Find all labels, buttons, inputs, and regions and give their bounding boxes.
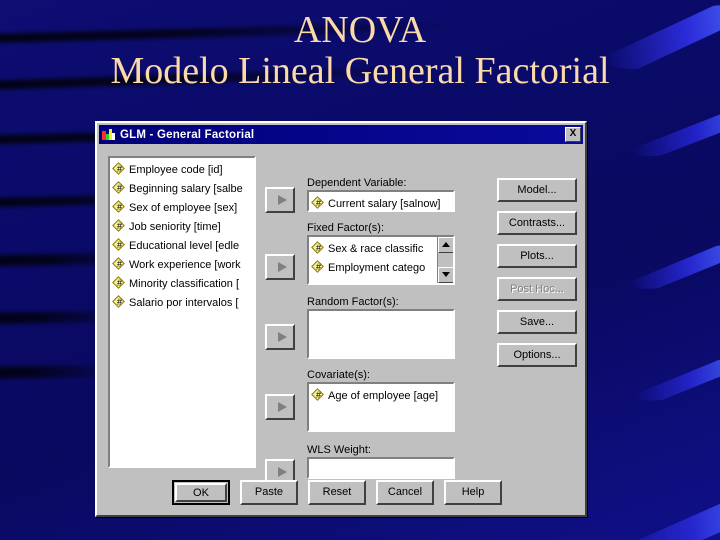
scale-variable-icon <box>113 295 126 309</box>
list-item[interactable]: Job seniority [time] <box>111 217 254 236</box>
plots-button[interactable]: Plots... <box>497 244 577 268</box>
cancel-button[interactable]: Cancel <box>376 480 434 505</box>
scale-variable-icon <box>113 219 126 233</box>
model-button[interactable]: Model... <box>497 178 577 202</box>
save-button[interactable]: Save... <box>497 310 577 334</box>
variable-label: Sex of employee [sex] <box>129 201 238 214</box>
move-to-covariates-button[interactable] <box>265 394 295 420</box>
list-item[interactable]: Sex & race classific <box>310 239 453 258</box>
scale-variable-icon <box>113 238 126 252</box>
wls-weight-label: WLS Weight: <box>307 444 371 456</box>
variable-label: Job seniority [time] <box>129 220 221 233</box>
scale-variable-icon <box>312 388 325 402</box>
scale-variable-icon <box>312 260 325 274</box>
slide-title: ANOVA Modelo Lineal General Factorial <box>0 9 720 93</box>
close-icon[interactable]: X <box>565 127 581 142</box>
contrasts-button[interactable]: Contrasts... <box>497 211 577 235</box>
ok-button-label: OK <box>175 483 227 502</box>
post-hoc-button: Post Hoc... <box>497 277 577 301</box>
spss-app-icon <box>101 127 116 142</box>
fixed-factors-box[interactable]: Sex & race classific Employment catego <box>307 235 455 285</box>
scale-variable-icon <box>113 276 126 290</box>
variable-label: Current salary [salnow] <box>328 197 441 210</box>
scroll-down-icon[interactable] <box>438 267 453 283</box>
dialog-titlebar[interactable]: GLM - General Factorial X <box>99 125 583 144</box>
accent-swoosh <box>607 490 720 540</box>
reset-button[interactable]: Reset <box>308 480 366 505</box>
covariates-label: Covariate(s): <box>307 369 370 381</box>
slide-title-line-1: ANOVA <box>293 9 427 51</box>
glm-general-factorial-dialog: GLM - General Factorial X Employee code … <box>95 121 587 517</box>
scale-variable-icon <box>113 257 126 271</box>
variable-label: Age of employee [age] <box>328 389 439 402</box>
variable-label: Employee code [id] <box>129 163 223 176</box>
list-item[interactable]: Employee code [id] <box>111 160 254 179</box>
variable-label: Sex & race classific <box>328 242 424 255</box>
scale-variable-icon <box>312 241 325 255</box>
scale-variable-icon <box>113 181 126 195</box>
list-item[interactable]: Salario por intervalos [ <box>111 293 254 312</box>
scale-variable-icon <box>113 162 126 176</box>
fixed-factors-label: Fixed Factor(s): <box>307 222 385 234</box>
move-to-random-factors-button[interactable] <box>265 324 295 350</box>
variable-label: Employment catego <box>328 261 426 274</box>
move-to-fixed-factors-button[interactable] <box>265 254 295 280</box>
slide-title-line-2: Modelo Lineal General Factorial <box>110 50 610 93</box>
scale-variable-icon <box>312 196 325 210</box>
accent-swoosh <box>626 236 720 297</box>
list-item[interactable]: Minority classification [ <box>111 274 254 293</box>
ok-button[interactable]: OK <box>172 480 230 505</box>
random-factors-label: Random Factor(s): <box>307 296 399 308</box>
move-to-dependent-button[interactable] <box>265 187 295 213</box>
random-factors-box[interactable] <box>307 309 455 359</box>
dependent-variable-label: Dependent Variable: <box>307 177 407 189</box>
variable-label: Minority classification [ <box>129 277 240 290</box>
wls-weight-input[interactable] <box>307 457 455 479</box>
paste-button[interactable]: Paste <box>240 480 298 505</box>
fixed-factors-scrollbar[interactable] <box>437 237 453 283</box>
list-item[interactable]: Educational level [edle <box>111 236 254 255</box>
dialog-action-bar: OK Paste Reset Cancel Help <box>172 480 502 505</box>
covariates-box[interactable]: Age of employee [age] <box>307 382 455 432</box>
list-item[interactable]: Current salary [salnow] <box>310 194 453 210</box>
dialog-body: Employee code [id] Beginning salary [sal… <box>97 144 585 517</box>
variable-label: Work experience [work <box>129 258 241 271</box>
variable-label: Beginning salary [salbe <box>129 182 243 195</box>
accent-swoosh <box>628 105 720 165</box>
dialog-title-text: GLM - General Factorial <box>120 128 255 141</box>
list-item[interactable]: Beginning salary [salbe <box>111 179 254 198</box>
presentation-slide: ANOVA Modelo Lineal General Factorial GL… <box>0 0 720 540</box>
source-variable-list[interactable]: Employee code [id] Beginning salary [sal… <box>108 156 256 468</box>
list-item[interactable]: Age of employee [age] <box>310 386 453 405</box>
accent-swoosh <box>632 351 720 409</box>
variable-label: Educational level [edle <box>129 239 240 252</box>
variable-label: Salario por intervalos [ <box>129 296 239 309</box>
help-button[interactable]: Help <box>444 480 502 505</box>
scale-variable-icon <box>113 200 126 214</box>
list-item[interactable]: Sex of employee [sex] <box>111 198 254 217</box>
list-item[interactable]: Employment catego <box>310 258 453 277</box>
list-item[interactable]: Work experience [work <box>111 255 254 274</box>
scroll-up-icon[interactable] <box>438 237 453 253</box>
options-button[interactable]: Options... <box>497 343 577 367</box>
dependent-variable-box[interactable]: Current salary [salnow] <box>307 190 455 212</box>
